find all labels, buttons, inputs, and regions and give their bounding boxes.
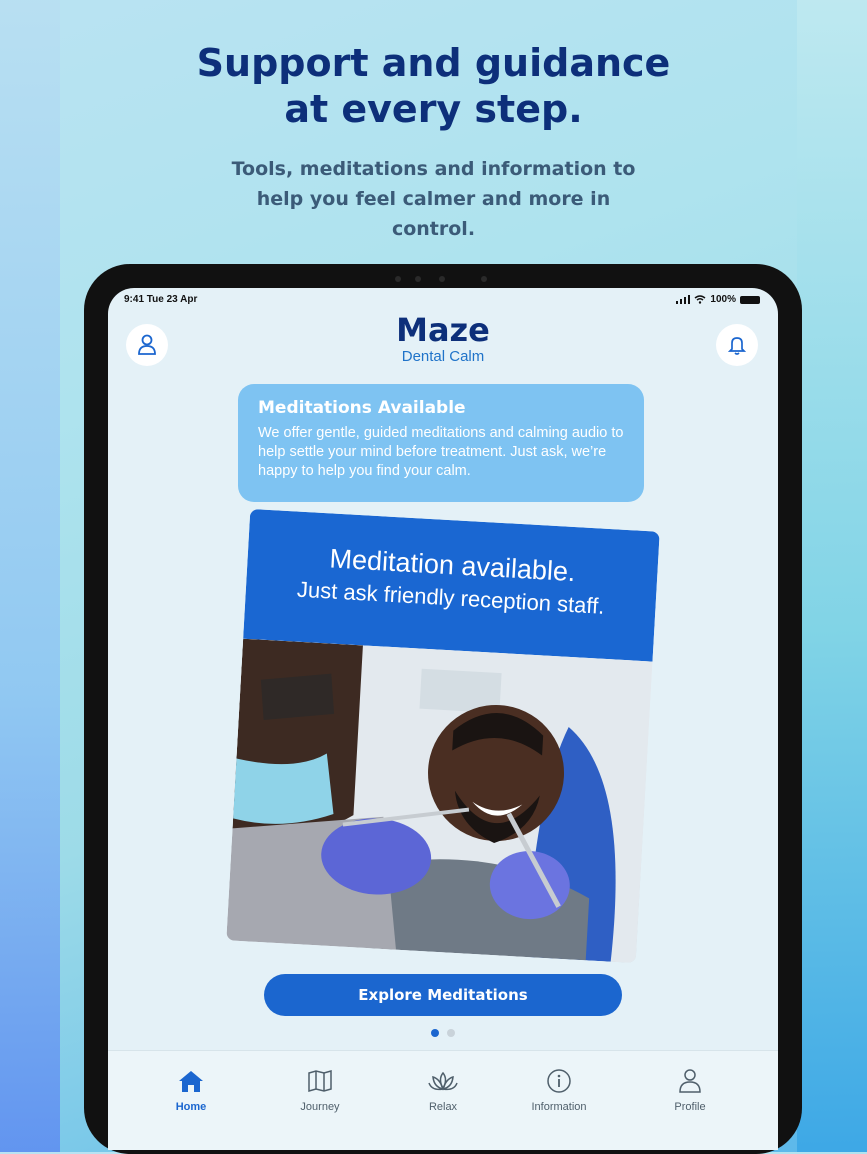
notifications-button[interactable] xyxy=(716,324,758,366)
status-time: 9:41 Tue 23 Apr xyxy=(124,294,198,305)
pager-dot-2[interactable] xyxy=(447,1029,455,1037)
promo-banner: Meditation available. Just ask friendly … xyxy=(243,508,660,662)
tab-information-label: Information xyxy=(531,1101,587,1113)
wifi-icon xyxy=(694,295,706,304)
tab-relax-label: Relax xyxy=(428,1101,458,1113)
info-icon xyxy=(547,1069,571,1093)
marketing-header: Support and guidance at every step. Tool… xyxy=(0,40,867,244)
pager-dot-1[interactable] xyxy=(431,1029,439,1037)
dental-patient-photo xyxy=(226,638,653,964)
tab-profile-label: Profile xyxy=(674,1101,706,1113)
app-screen: 9:41 Tue 23 Apr 100% Maze Dental Calm Me… xyxy=(108,288,778,1150)
info-card-title: Meditations Available xyxy=(258,398,466,418)
app-logo: Maze xyxy=(396,311,490,349)
tab-home-label: Home xyxy=(175,1101,207,1113)
status-bar: 9:41 Tue 23 Apr 100% xyxy=(108,288,778,310)
carousel-pager xyxy=(108,1029,778,1037)
tab-journey-label: Journey xyxy=(300,1101,340,1113)
promo-carousel-card[interactable]: Meditation available. Just ask friendly … xyxy=(226,508,660,964)
camera-bar xyxy=(385,272,505,286)
explore-meditations-button[interactable]: Explore Meditations xyxy=(264,974,622,1016)
app-subtitle: Dental Calm xyxy=(401,348,485,365)
signal-icon xyxy=(676,295,691,304)
marketing-subline: Tools, meditations and information to he… xyxy=(231,158,636,240)
info-card-body: We offer gentle, guided meditations and … xyxy=(258,425,624,479)
lotus-icon xyxy=(428,1071,458,1091)
home-icon xyxy=(179,1071,203,1092)
marketing-headline: Support and guidance at every step. xyxy=(196,41,671,131)
bell-icon xyxy=(728,337,746,355)
app-brand: Maze Dental Calm xyxy=(108,310,778,365)
meditations-info-card: Meditations Available We offer gentle, g… xyxy=(238,384,644,502)
tab-information[interactable]: Information xyxy=(514,1067,604,1113)
tab-home[interactable]: Home xyxy=(146,1067,236,1113)
status-indicators: 100% xyxy=(676,294,760,305)
bottom-tab-bar: Home Journey Relax Information Profile xyxy=(108,1050,778,1150)
person-icon xyxy=(679,1069,701,1093)
tab-relax[interactable]: Relax xyxy=(398,1067,488,1113)
tab-journey[interactable]: Journey xyxy=(275,1067,365,1113)
battery-icon xyxy=(740,295,760,304)
map-icon xyxy=(308,1070,332,1092)
tab-profile[interactable]: Profile xyxy=(645,1067,735,1113)
battery-percent: 100% xyxy=(710,294,736,305)
patient-illustration xyxy=(226,638,653,964)
